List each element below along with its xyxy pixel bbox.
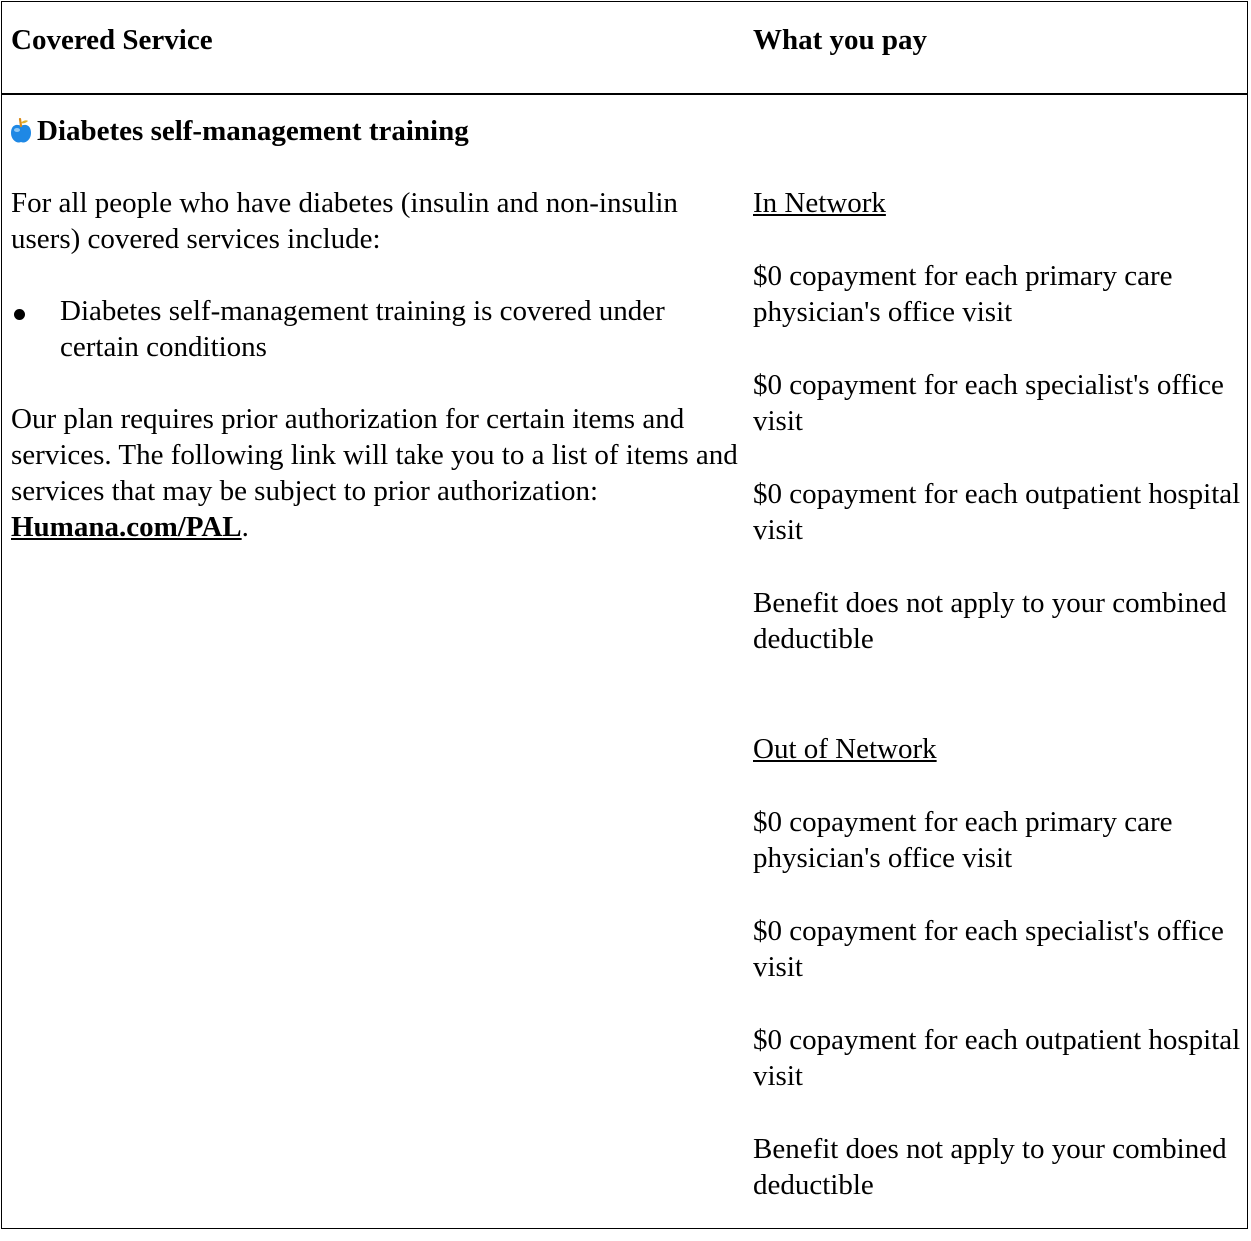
prior-authorization-body: Our plan requires prior authorization fo… — [11, 403, 738, 507]
table-header-row: Covered Service What you pay — [2, 2, 1247, 95]
out-of-network-item: Benefit does not apply to your combined … — [753, 1133, 1227, 1201]
in-network-item: Benefit does not apply to your combined … — [753, 587, 1227, 655]
bullet-text: Diabetes self-management training is cov… — [60, 295, 665, 363]
prior-authorization-end: . — [241, 511, 249, 543]
out-of-network-item: $0 copayment for each primary care physi… — [753, 806, 1173, 874]
out-of-network-block: Out of Network $0 copayment for each pri… — [753, 731, 1243, 1203]
covered-service-description: For all people who have diabetes (insuli… — [11, 185, 739, 581]
cost-sharing-column: In Network $0 copayment for each primary… — [753, 185, 1243, 1240]
in-network-item: $0 copayment for each outpatient hospita… — [753, 478, 1241, 546]
out-of-network-heading: Out of Network — [753, 733, 937, 765]
benefit-table: Covered Service What you pay Diabetes se… — [1, 1, 1248, 1229]
out-of-network-item: $0 copayment for each outpatient hospita… — [753, 1024, 1241, 1092]
prior-authorization-text: Our plan requires prior authorization fo… — [11, 401, 739, 545]
service-title-text: Diabetes self-management training — [37, 115, 469, 147]
list-item: Diabetes self-management training is cov… — [11, 293, 739, 365]
in-network-block: In Network $0 copayment for each primary… — [753, 185, 1243, 657]
out-of-network-item: $0 copayment for each specialist's offic… — [753, 915, 1224, 983]
service-title: Diabetes self-management training — [9, 114, 469, 148]
bullet-icon — [14, 309, 25, 320]
in-network-item: $0 copayment for each specialist's offic… — [753, 369, 1224, 437]
header-what-you-pay: What you pay — [753, 24, 928, 56]
bullet-list: Diabetes self-management training is cov… — [11, 293, 739, 365]
in-network-item: $0 copayment for each primary care physi… — [753, 260, 1173, 328]
apple-icon — [11, 118, 31, 143]
humana-pal-link[interactable]: Humana.com/PAL — [11, 511, 242, 543]
intro-text: For all people who have diabetes (insuli… — [11, 187, 678, 255]
in-network-heading: In Network — [753, 187, 886, 219]
header-covered-service: Covered Service — [11, 24, 213, 56]
